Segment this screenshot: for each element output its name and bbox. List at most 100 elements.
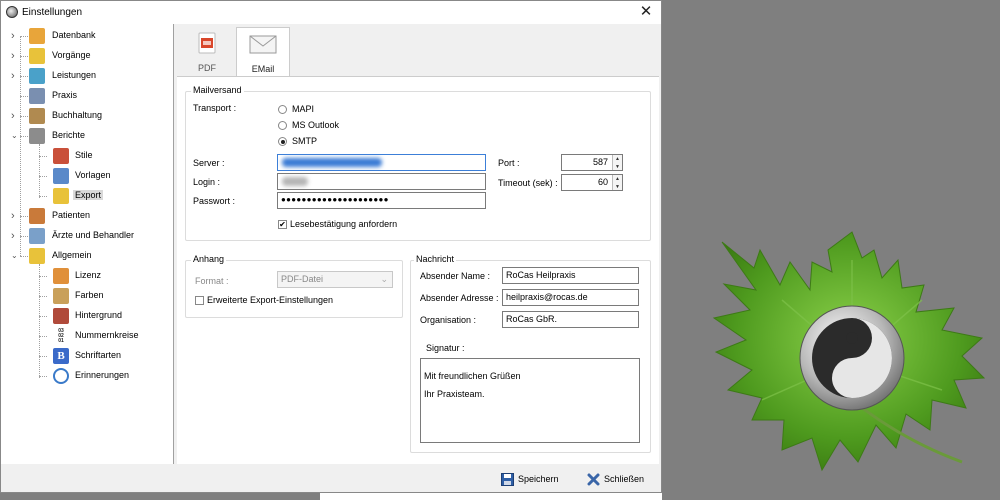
number-ranges-icon: 03 02 01	[58, 327, 64, 344]
save-button-label: Speichern	[518, 474, 559, 484]
signature-textarea[interactable]: Mit freundlichen Grüßen Ihr Praxisteam.	[420, 358, 640, 443]
signature-line: Ihr Praxisteam.	[424, 389, 485, 399]
tree-item-label: Praxis	[52, 90, 78, 100]
ledger-icon	[29, 108, 45, 124]
sender-name-label: Absender Name :	[420, 271, 491, 281]
password-label: Passwort :	[193, 196, 236, 206]
read-receipt-label: Lesebestätigung anfordern	[290, 219, 398, 229]
tree-item-berichte[interactable]: ⌄ Berichte	[1, 127, 173, 145]
license-icon	[53, 268, 69, 284]
tree-item-label: Nummernkreise	[75, 330, 139, 340]
format-select[interactable]: PDF-Datei ⌄	[277, 271, 393, 288]
radio-mapi-label: MAPI	[292, 104, 315, 114]
sender-address-input[interactable]: heilpraxis@rocas.de	[502, 289, 639, 306]
organisation-input[interactable]: RoCas GbR.	[502, 311, 639, 328]
port-label: Port :	[498, 158, 520, 168]
settings-tree: › Datenbank › Vorgänge › Leistungen Praxis › Buc…	[1, 24, 174, 464]
window-shadow-strip	[320, 493, 662, 500]
chevron-right-icon[interactable]: ›	[11, 227, 19, 245]
tree-item-export[interactable]: Export	[1, 187, 173, 205]
palette-icon	[53, 288, 69, 304]
anhang-group	[185, 260, 403, 318]
tree-item-erinnerungen[interactable]: Erinnerungen	[1, 367, 173, 385]
chevron-down-icon: ⌄	[380, 274, 388, 284]
server-input[interactable]	[277, 154, 486, 171]
radio-mapi[interactable]	[278, 105, 287, 114]
format-label: Format :	[195, 276, 229, 286]
chevron-right-icon[interactable]: ›	[11, 47, 19, 65]
tree-item-label: Vorlagen	[75, 170, 111, 180]
tab-pdf[interactable]: PDF	[181, 27, 233, 77]
template-icon	[53, 168, 69, 184]
tree-item-patienten[interactable]: › Patienten	[1, 207, 173, 225]
title-bar: Einstellungen ✕	[1, 1, 661, 24]
tree-item-praxis[interactable]: Praxis	[1, 87, 173, 105]
tree-item-buchhaltung[interactable]: › Buchhaltung	[1, 107, 173, 125]
save-button[interactable]: Speichern	[501, 471, 559, 487]
tree-item-label: Lizenz	[75, 270, 102, 280]
export-folder-icon	[53, 188, 69, 204]
tree-item-label: Schriftarten	[75, 350, 122, 360]
tree-item-label: Allgemein	[52, 250, 92, 260]
database-icon	[29, 28, 45, 44]
tree-item-schriftarten[interactable]: B Schriftarten	[1, 347, 173, 365]
chevron-right-icon[interactable]: ›	[11, 107, 19, 125]
sender-name-input[interactable]: RoCas Heilpraxis	[502, 267, 639, 284]
signature-line: Mit freundlichen Grüßen	[424, 371, 521, 381]
timeout-input[interactable]: 60 ▲ ▼	[561, 174, 623, 191]
read-receipt-checkbox[interactable]: ✔	[278, 220, 287, 229]
tree-item-datenbank[interactable]: › Datenbank	[1, 27, 173, 45]
tree-item-label: Datenbank	[52, 30, 96, 40]
email-settings-panel: Mailversand Transport : MAPI MS Outlook …	[177, 76, 659, 464]
tools-icon	[29, 68, 45, 84]
organisation-label: Organisation :	[420, 315, 477, 325]
chevron-right-icon[interactable]: ›	[11, 207, 19, 225]
tab-email[interactable]: EMail	[236, 27, 290, 77]
desktop-background	[662, 0, 1000, 500]
chevron-down-icon[interactable]: ⌄	[11, 247, 19, 265]
close-button[interactable]: Schließen	[587, 471, 644, 487]
radio-ms-outlook[interactable]	[278, 121, 287, 130]
tree-item-stile[interactable]: Stile	[1, 147, 173, 165]
tree-item-farben[interactable]: Farben	[1, 287, 173, 305]
tab-pdf-label: PDF	[198, 63, 216, 73]
mailversand-title: Mailversand	[191, 85, 244, 95]
tree-item-label: Stile	[75, 150, 93, 160]
folder-icon	[29, 48, 45, 64]
chevron-down-icon[interactable]: ⌄	[11, 127, 19, 145]
close-button-label: Schließen	[604, 474, 645, 484]
password-input[interactable]: ●●●●●●●●●●●●●●●●●●●●●	[277, 192, 486, 209]
tree-item-nummernkreise[interactable]: 03 02 01 Nummernkreise	[1, 327, 173, 345]
tree-item-label: Patienten	[52, 210, 91, 220]
tree-item-label: Farben	[75, 290, 104, 300]
transport-label: Transport :	[193, 103, 237, 113]
window-title: Einstellungen	[22, 7, 83, 18]
tree-item-allgemein[interactable]: ⌄ Allgemein	[1, 247, 173, 265]
button-bar	[1, 464, 661, 492]
tree-item-label: Buchhaltung	[52, 110, 103, 120]
radio-smtp[interactable]	[278, 137, 287, 146]
yin-yang-leaf-logo	[712, 231, 986, 472]
extended-export-checkbox[interactable]	[195, 296, 204, 305]
doctor-icon	[29, 228, 45, 244]
envelope-icon	[249, 35, 277, 54]
tree-item-leistungen[interactable]: › Leistungen	[1, 67, 173, 85]
server-label: Server :	[193, 158, 225, 168]
tree-item-lizenz[interactable]: Lizenz	[1, 267, 173, 285]
signature-label: Signatur :	[426, 343, 465, 353]
chevron-right-icon[interactable]: ›	[11, 27, 19, 45]
chevron-right-icon[interactable]: ›	[11, 67, 19, 85]
floppy-disk-icon	[501, 472, 514, 486]
tree-item-ärzte-und-behandler[interactable]: › Ärzte und Behandler	[1, 227, 173, 245]
timeout-spinner[interactable]: ▲ ▼	[612, 175, 622, 190]
stopwatch-icon	[53, 368, 69, 384]
port-spinner[interactable]: ▲ ▼	[612, 155, 622, 170]
close-window-button[interactable]: ✕	[635, 3, 657, 21]
tree-item-label: Berichte	[52, 130, 86, 140]
tree-item-hintergrund[interactable]: Hintergrund	[1, 307, 173, 325]
tree-item-label: Erinnerungen	[75, 370, 130, 380]
tree-item-vorlagen[interactable]: Vorlagen	[1, 167, 173, 185]
port-input[interactable]: 587 ▲ ▼	[561, 154, 623, 171]
tree-item-vorgänge[interactable]: › Vorgänge	[1, 47, 173, 65]
login-input[interactable]	[277, 173, 486, 190]
